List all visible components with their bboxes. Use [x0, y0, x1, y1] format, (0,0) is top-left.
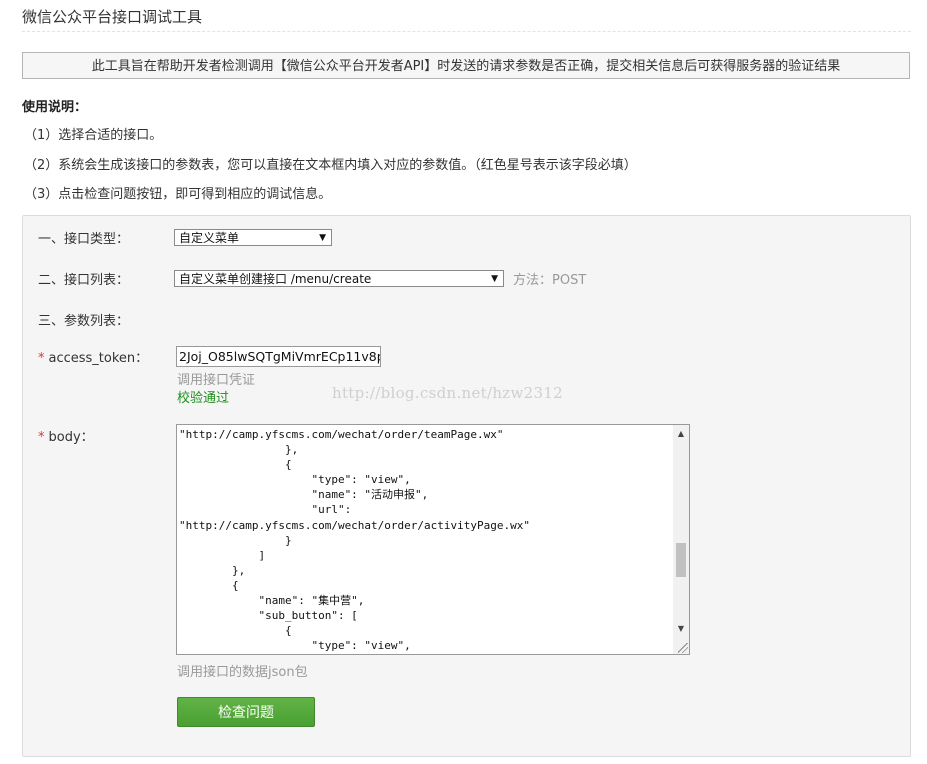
- access-token-label-text: access_token：: [48, 351, 149, 366]
- body-textarea[interactable]: "http://camp.yfscms.com/wechat/order/tea…: [176, 424, 690, 655]
- dropdown-arrow-icon: ▼: [319, 233, 326, 243]
- interface-type-label: 一、接口类型：: [38, 232, 130, 247]
- check-problem-button[interactable]: 检查问题: [177, 697, 315, 727]
- scroll-up-arrow-icon[interactable]: ▲: [673, 427, 689, 441]
- scrollbar-thumb[interactable]: [676, 543, 686, 577]
- access-token-input[interactable]: 2Joj_O85lwSQTgMiVmrECp11v8p: [176, 346, 381, 367]
- instruction-step-1: （1）选择合适的接口。: [24, 128, 163, 143]
- interface-list-value: 自定义菜单创建接口 /menu/create: [179, 272, 372, 286]
- body-scrollbar[interactable]: ▲ ▼: [673, 425, 689, 654]
- resize-grip-icon[interactable]: [678, 643, 688, 653]
- interface-list-select[interactable]: 自定义菜单创建接口 /menu/create ▼: [174, 270, 504, 287]
- params-list-label: 三、参数列表：: [38, 314, 130, 329]
- instruction-step-3: （3）点击检查问题按钮，即可得到相应的调试信息。: [24, 187, 332, 202]
- page-title: 微信公众平台接口调试工具: [22, 8, 203, 26]
- instruction-step-2: （2）系统会生成该接口的参数表，您可以直接在文本框内填入对应的参数值。（红色星号…: [24, 158, 637, 173]
- intro-banner: 此工具旨在帮助开发者检测调用【微信公众平台开发者API】时发送的请求参数是否正确…: [22, 52, 910, 79]
- blog-watermark: http://blog.csdn.net/hzw2312: [332, 384, 564, 402]
- interface-type-select[interactable]: 自定义菜单 ▼: [174, 229, 332, 246]
- required-asterisk: *: [38, 351, 45, 366]
- required-asterisk: *: [38, 430, 45, 445]
- instructions-heading: 使用说明：: [22, 100, 88, 115]
- interface-list-label: 二、接口列表：: [38, 273, 130, 288]
- body-json-content[interactable]: "http://camp.yfscms.com/wechat/order/tea…: [179, 427, 673, 654]
- access-token-hint: 调用接口凭证: [177, 373, 256, 388]
- dropdown-arrow-icon: ▼: [491, 274, 498, 284]
- scroll-down-arrow-icon[interactable]: ▼: [673, 622, 689, 636]
- access-token-validation-status: 校验通过: [177, 391, 230, 406]
- body-label-text: body：: [48, 430, 94, 445]
- access-token-label: * access_token：: [38, 347, 148, 366]
- body-label: * body：: [38, 426, 94, 445]
- interface-type-value: 自定义菜单: [179, 231, 240, 245]
- title-divider: [22, 31, 911, 32]
- http-method-text: 方法：POST: [513, 273, 587, 288]
- body-hint: 调用接口的数据json包: [177, 665, 308, 680]
